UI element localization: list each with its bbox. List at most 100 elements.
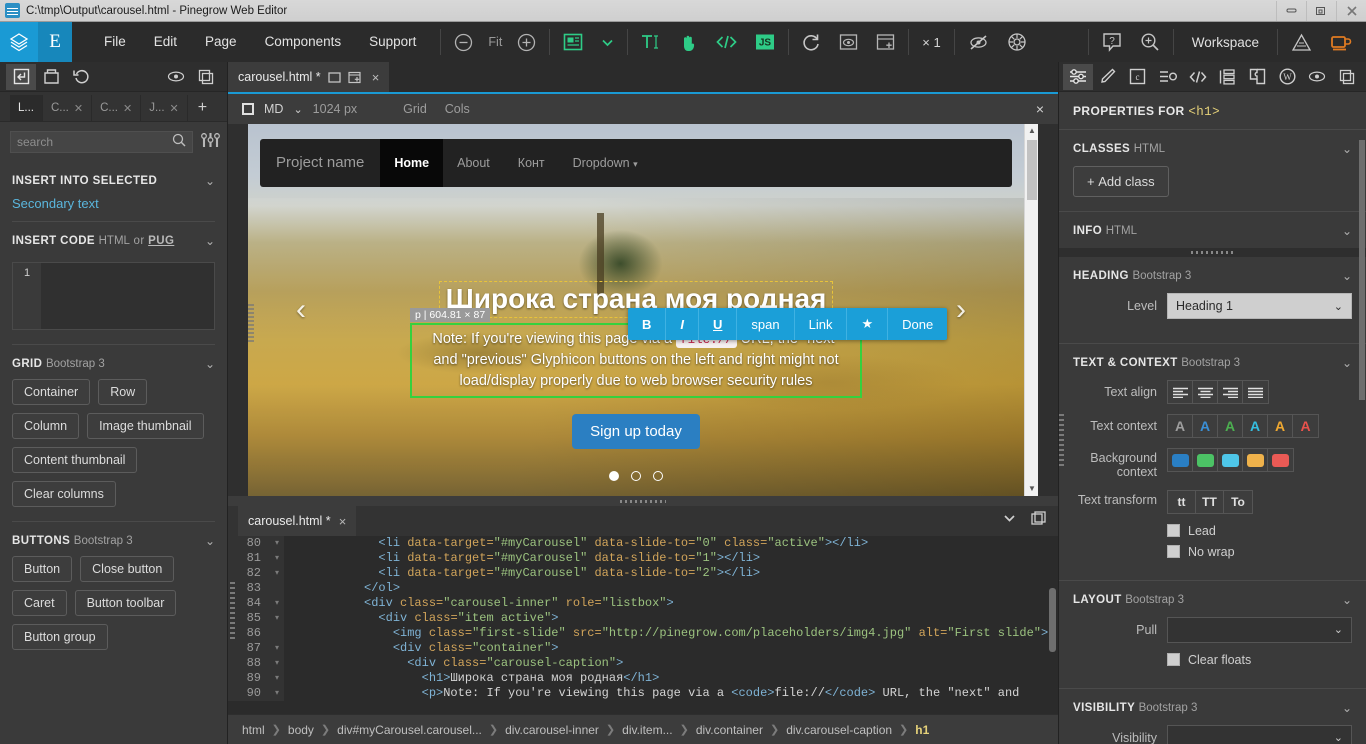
right-panel-resize-handle[interactable] bbox=[1059, 414, 1064, 468]
code-line[interactable]: 82 ▾ <li data-target="#myCarousel" data-s… bbox=[228, 566, 1058, 581]
breadcrumb-item[interactable]: div#myCarousel.carousel... bbox=[337, 723, 482, 737]
component-button-clear-columns[interactable]: Clear columns bbox=[12, 481, 116, 507]
chevron-down-icon[interactable]: ⌄ bbox=[293, 103, 302, 116]
scale-multiplier-label[interactable]: × 1 bbox=[913, 22, 949, 62]
restore-button[interactable] bbox=[1306, 0, 1336, 21]
viewport-resize-handle-left[interactable] bbox=[248, 304, 254, 344]
code-line[interactable]: 83 </ol> bbox=[228, 581, 1058, 596]
pug-link[interactable]: PUG bbox=[148, 235, 174, 247]
close-icon[interactable]: × bbox=[368, 70, 380, 85]
breadcrumb-item[interactable]: h1 bbox=[915, 723, 929, 737]
signup-button[interactable]: Sign up today bbox=[572, 413, 700, 449]
menu-edit[interactable]: Edit bbox=[140, 22, 191, 62]
visibility-select[interactable]: ⌄ bbox=[1167, 724, 1352, 744]
fold-toggle-icon[interactable]: ▾ bbox=[270, 671, 284, 686]
search-box[interactable] bbox=[10, 131, 193, 153]
workspace-button[interactable]: Workspace bbox=[1178, 35, 1273, 50]
minimize-button[interactable] bbox=[1276, 0, 1306, 21]
insert-code-editor[interactable]: 1 bbox=[12, 262, 215, 330]
background-context-swatch-4[interactable] bbox=[1268, 449, 1293, 471]
zoom-in-icon[interactable] bbox=[508, 22, 545, 62]
detach-icon[interactable] bbox=[348, 71, 361, 84]
background-context-swatch-3[interactable] bbox=[1243, 449, 1268, 471]
component-button-row[interactable]: Row bbox=[98, 379, 148, 405]
heading-level-select[interactable]: Heading 1 ⌄ bbox=[1167, 293, 1352, 319]
carousel-indicator-1[interactable] bbox=[631, 471, 641, 481]
navbar-brand[interactable]: Project name bbox=[260, 139, 380, 187]
device-icon[interactable] bbox=[242, 103, 254, 115]
carousel-indicator-2[interactable] bbox=[653, 471, 664, 481]
code-line[interactable]: 80 ▾ <li data-target="#myCarousel" data-s… bbox=[228, 536, 1058, 551]
right-panel-scrollbar[interactable] bbox=[1359, 140, 1365, 400]
menu-components[interactable]: Components bbox=[251, 22, 356, 62]
style-icon[interactable] bbox=[1093, 64, 1123, 90]
library-tab-2[interactable]: C... ✕ bbox=[92, 95, 142, 121]
text-context-swatch-5[interactable]: A bbox=[1293, 415, 1318, 437]
plugin-icon[interactable] bbox=[1242, 64, 1272, 90]
component-button-column[interactable]: Column bbox=[12, 413, 80, 439]
fold-toggle-icon[interactable]: ▾ bbox=[270, 566, 284, 581]
activity-icon[interactable] bbox=[1282, 22, 1321, 62]
lead-checkbox[interactable] bbox=[1167, 524, 1180, 538]
text-context-swatch-3[interactable]: A bbox=[1243, 415, 1268, 437]
scroll-up-arrow-icon[interactable]: ▲ bbox=[1025, 124, 1038, 138]
component-button-button-toolbar[interactable]: Button toolbar bbox=[74, 590, 177, 616]
component-button-image-thumbnail[interactable]: Image thumbnail bbox=[87, 413, 204, 439]
open-in-window-icon[interactable] bbox=[867, 22, 904, 62]
editor-mode-badge[interactable]: E bbox=[38, 22, 72, 62]
breadcrumb-item[interactable]: html bbox=[242, 723, 265, 737]
align-justify-icon[interactable] bbox=[1243, 381, 1268, 403]
detach-icon[interactable] bbox=[1031, 511, 1046, 531]
component-button-container[interactable]: Container bbox=[12, 379, 91, 405]
text-context-swatch-2[interactable]: A bbox=[1218, 415, 1243, 437]
chevron-down-icon[interactable] bbox=[1002, 511, 1017, 531]
background-context-swatch-1[interactable] bbox=[1193, 449, 1218, 471]
link-button[interactable]: Link bbox=[795, 308, 848, 340]
fold-toggle-icon[interactable]: ▾ bbox=[270, 656, 284, 671]
clear-floats-row[interactable]: Clear floats bbox=[1073, 653, 1352, 667]
breadcrumb-item[interactable]: div.carousel-inner bbox=[505, 723, 599, 737]
secondary-text-link[interactable]: Secondary text bbox=[12, 196, 215, 221]
code-line[interactable]: 84 ▾ <div class="carousel-inner" role="li… bbox=[228, 596, 1058, 611]
hand-icon[interactable] bbox=[670, 22, 707, 62]
chevron-down-icon[interactable]: ⌄ bbox=[205, 174, 215, 188]
tree-icon[interactable] bbox=[1213, 64, 1243, 90]
bold-button[interactable]: B bbox=[628, 308, 667, 340]
window-icon[interactable] bbox=[328, 71, 341, 84]
undo-icon[interactable] bbox=[66, 64, 96, 90]
code-line[interactable]: 87 ▾ <div class="container"> bbox=[228, 641, 1058, 656]
fold-toggle-icon[interactable] bbox=[270, 581, 284, 596]
device-size-label[interactable]: MD bbox=[264, 102, 283, 116]
nowrap-checkbox[interactable] bbox=[1167, 545, 1180, 559]
library-tab-3[interactable]: J... ✕ bbox=[141, 95, 188, 121]
eye-off-icon[interactable] bbox=[959, 22, 998, 62]
close-icon[interactable]: × bbox=[339, 514, 347, 529]
fold-toggle-icon[interactable]: ▾ bbox=[270, 536, 284, 551]
close-button[interactable] bbox=[1336, 0, 1366, 21]
search-icon[interactable] bbox=[172, 133, 186, 152]
menu-page[interactable]: Page bbox=[191, 22, 251, 62]
duplicate-icon[interactable] bbox=[1332, 64, 1362, 90]
component-button-content-thumbnail[interactable]: Content thumbnail bbox=[12, 447, 138, 473]
text-context-swatch-0[interactable]: A bbox=[1168, 415, 1193, 437]
library-tab-1[interactable]: C... ✕ bbox=[43, 95, 93, 121]
chevron-down-icon[interactable]: ⌄ bbox=[1342, 593, 1352, 607]
italic-button[interactable]: I bbox=[666, 308, 700, 340]
help-icon[interactable]: ? bbox=[1093, 22, 1131, 62]
navbar-link-kont[interactable]: Конт bbox=[504, 139, 559, 187]
close-icon[interactable]: ✕ bbox=[123, 102, 132, 115]
chevron-down-icon[interactable]: ⌄ bbox=[1342, 224, 1352, 238]
carousel-indicator-0[interactable] bbox=[608, 471, 619, 481]
scroll-down-arrow-icon[interactable]: ▼ bbox=[1025, 482, 1038, 496]
add-class-button[interactable]: + Add class bbox=[1073, 166, 1169, 197]
breadcrumb-item[interactable]: div.container bbox=[696, 723, 763, 737]
eye-icon[interactable] bbox=[1302, 64, 1332, 90]
chevron-down-icon[interactable]: ⌄ bbox=[1342, 269, 1352, 283]
fold-toggle-icon[interactable]: ▾ bbox=[270, 686, 284, 701]
pull-select[interactable]: ⌄ bbox=[1167, 616, 1352, 643]
grid-toggle[interactable]: Grid bbox=[403, 102, 427, 116]
image-icon[interactable]: c bbox=[1123, 64, 1153, 90]
properties-icon[interactable] bbox=[1063, 63, 1093, 90]
chevron-down-icon[interactable]: ⌄ bbox=[1342, 142, 1352, 156]
section-header[interactable]: INFO HTML ⌄ bbox=[1059, 212, 1366, 248]
